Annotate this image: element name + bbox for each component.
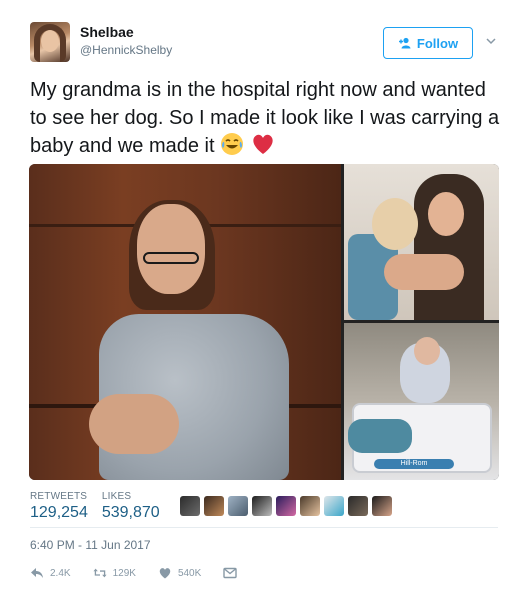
liker-avatar[interactable] [180, 496, 200, 516]
liker-avatar[interactable] [348, 496, 368, 516]
like-count: 540K [177, 567, 202, 579]
tweet-timestamp[interactable]: 6:40 PM - 11 Jun 2017 [30, 538, 151, 552]
liker-avatar[interactable] [372, 496, 392, 516]
liker-avatar[interactable] [228, 496, 248, 516]
red-heart-icon [253, 134, 273, 154]
reply-action[interactable]: 2.4K [30, 567, 71, 579]
envelope-icon [223, 567, 237, 579]
follow-button[interactable]: Follow [383, 27, 473, 59]
photo-face [137, 204, 205, 294]
avatar-face [41, 30, 59, 52]
bed-rail-label: Hill-Rom [374, 459, 454, 469]
blue-towel [348, 419, 412, 453]
reply-icon [31, 568, 43, 578]
retweets-label: RETWEETS [30, 491, 88, 502]
reply-count: 2.4K [50, 567, 71, 579]
heart-icon [159, 568, 171, 579]
user-name[interactable]: Shelbae [80, 24, 134, 40]
direct-message-action[interactable] [223, 567, 237, 579]
liker-avatar[interactable] [204, 496, 224, 516]
retweet-action[interactable]: 129K [93, 567, 136, 579]
retweet-icon [93, 568, 107, 578]
liker-avatar[interactable] [276, 496, 296, 516]
tweet-actions: 2.4K 129K 540K [30, 567, 237, 579]
chevron-down-icon[interactable] [485, 36, 497, 46]
likes-label: LIKES [101, 491, 132, 502]
dog [372, 198, 418, 250]
retweets-stat[interactable]: RETWEETS 129,254 [30, 491, 88, 522]
photo-carrying-dog[interactable] [29, 164, 341, 480]
arm [89, 394, 179, 454]
user-handle[interactable]: @HennickShelby [80, 43, 172, 57]
likes-stat[interactable]: LIKES 539,870 [102, 491, 160, 522]
photo-holding-dog[interactable] [344, 164, 499, 320]
add-user-icon [398, 37, 411, 49]
tweet-text: My grandma is in the hospital right now … [30, 76, 500, 160]
follow-label: Follow [416, 35, 459, 51]
person-face [428, 192, 464, 236]
photo-hospital-bed[interactable]: Hill-Rom [344, 323, 499, 480]
arm [384, 254, 464, 290]
liker-avatar[interactable] [252, 496, 272, 516]
grandma-face [414, 337, 440, 365]
avatar[interactable] [30, 22, 70, 62]
retweet-count: 129K [112, 567, 136, 579]
tweet-media[interactable]: Hill-Rom [29, 164, 499, 480]
liker-avatars [180, 496, 392, 516]
likes-count: 539,870 [101, 504, 160, 521]
divider [30, 527, 498, 528]
like-action[interactable]: 540K [158, 567, 201, 579]
liker-avatar[interactable] [300, 496, 320, 516]
glasses [143, 252, 199, 264]
tweet-stats: RETWEETS 129,254 LIKES 539,870 [30, 491, 160, 522]
liker-avatar[interactable] [324, 496, 344, 516]
retweets-count: 129,254 [30, 504, 88, 521]
face-with-tears-of-joy-icon [221, 133, 244, 155]
